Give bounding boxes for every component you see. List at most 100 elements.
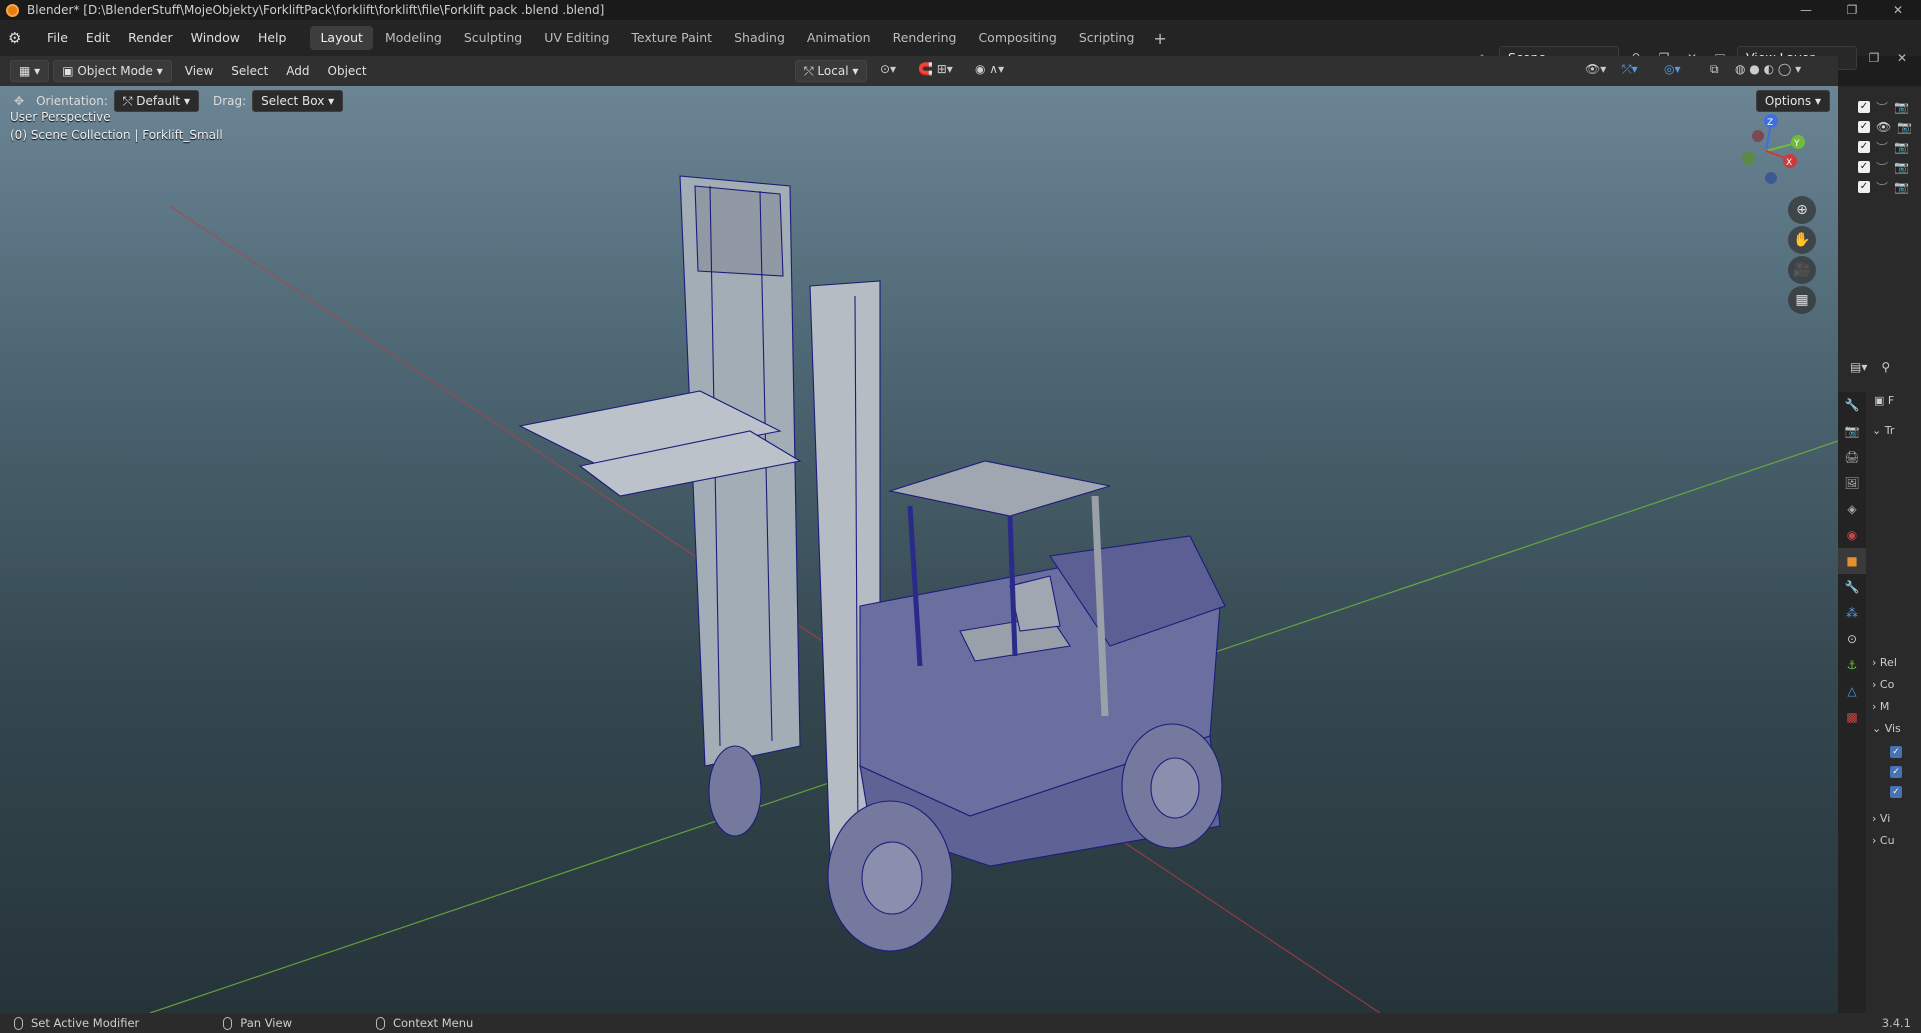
checkbox-icon[interactable]: ✓ xyxy=(1858,161,1870,173)
zoom-icon[interactable]: ⊕ xyxy=(1788,196,1816,224)
panel-transform[interactable]: ⌄ Tr xyxy=(1872,424,1894,437)
axis-gizmo[interactable]: Z Y X xyxy=(1716,106,1826,186)
tab-modeling[interactable]: Modeling xyxy=(375,26,452,50)
tab-compositing[interactable]: Compositing xyxy=(968,26,1066,50)
editor-type-icon[interactable]: ▤▾ xyxy=(1850,360,1867,386)
navigation-gizmo[interactable]: Z Y X ⊕ ✋ 🎥 ▦ xyxy=(1716,106,1826,316)
visibility-icon[interactable]: 👁▾ xyxy=(1585,62,1606,76)
checkbox-icon[interactable]: ✓ xyxy=(1858,141,1870,153)
menu-file[interactable]: File xyxy=(38,20,77,56)
menu-render[interactable]: Render xyxy=(119,20,182,56)
xray-icon[interactable]: ⧉ xyxy=(1710,62,1719,77)
options-dropdown[interactable]: Options ▾ xyxy=(1755,90,1830,112)
camera-render-icon[interactable]: 📷 xyxy=(1894,100,1909,114)
hand-pan-icon[interactable]: ✋ xyxy=(1788,226,1816,254)
tool-tab-icon[interactable]: 🔧 xyxy=(1838,392,1866,418)
material-tab-icon[interactable]: ▩ xyxy=(1838,704,1866,730)
delete-view-layer-icon[interactable]: ✕ xyxy=(1891,47,1913,69)
menu-view[interactable]: View xyxy=(176,56,222,86)
options-label: Options xyxy=(1764,94,1812,108)
scene-tab-icon[interactable]: ◈ xyxy=(1838,496,1866,522)
visibility-checkbox[interactable]: ✓ xyxy=(1890,766,1902,778)
overlay-toggle-icon[interactable]: ◎▾ xyxy=(1664,62,1681,76)
properties-panel[interactable]: ▤▾ ⚲ 🔧 📷 🖨 🖼 ◈ ◉ ■ 🔧 ⁂ ⊙ ⚓ △ ▩ ▣ F ⌄ Tr ›… xyxy=(1838,356,1921,1013)
tab-rendering[interactable]: Rendering xyxy=(883,26,967,50)
tab-texture-paint[interactable]: Texture Paint xyxy=(621,26,722,50)
camera-icon[interactable]: 🎥 xyxy=(1788,256,1816,284)
menu-window[interactable]: Window xyxy=(182,20,249,56)
mouse-middle-icon xyxy=(223,1016,233,1030)
mouse-left-icon xyxy=(14,1016,23,1030)
outliner-row[interactable]: ✓ ︶ 📷 xyxy=(1858,98,1909,116)
eye-closed-icon[interactable]: ︶ xyxy=(1876,99,1888,116)
menu-add[interactable]: Add xyxy=(277,56,318,86)
pivot-icon[interactable]: ⊙▾ xyxy=(880,62,896,76)
menu-help[interactable]: Help xyxy=(249,20,296,56)
particles-tab-icon[interactable]: ⁂ xyxy=(1838,600,1866,626)
tab-sculpting[interactable]: Sculpting xyxy=(454,26,532,50)
outliner-row[interactable]: ✓ 👁 📷 xyxy=(1858,118,1912,136)
output-tab-icon[interactable]: 🖨 xyxy=(1838,444,1866,470)
menu-edit[interactable]: Edit xyxy=(77,20,119,56)
checkbox-icon[interactable]: ✓ xyxy=(1858,181,1870,193)
eye-closed-icon[interactable]: ︶ xyxy=(1876,139,1888,156)
panel-viewport-display[interactable]: › Vi xyxy=(1872,812,1890,825)
transform-tool-icon[interactable]: ✥ xyxy=(14,94,24,108)
outliner-row[interactable]: ✓ ︶ 📷 xyxy=(1858,178,1909,196)
status-left-label: Set Active Modifier xyxy=(31,1016,140,1030)
data-tab-icon[interactable]: △ xyxy=(1838,678,1866,704)
tab-layout[interactable]: Layout xyxy=(310,26,373,50)
eye-closed-icon[interactable]: ︶ xyxy=(1876,159,1888,176)
camera-render-icon[interactable]: 📷 xyxy=(1894,140,1909,154)
view-layer-tab-icon[interactable]: 🖼 xyxy=(1838,470,1866,496)
panel-collections[interactable]: › Co xyxy=(1872,678,1894,691)
menu-select[interactable]: Select xyxy=(222,56,277,86)
eye-closed-icon[interactable]: ︶ xyxy=(1876,179,1888,196)
transform-orientation-dropdown[interactable]: ⤲ Local ▾ xyxy=(795,60,868,82)
orientation-dropdown[interactable]: ⤲ Default ▾ xyxy=(113,90,199,112)
menu-object[interactable]: Object xyxy=(319,56,376,86)
blender-menu-icon[interactable]: ⚙ xyxy=(8,29,26,47)
object-tab-icon[interactable]: ■ xyxy=(1838,548,1866,574)
mode-dropdown[interactable]: ▣ Object Mode ▾ xyxy=(53,60,172,82)
constraints-tab-icon[interactable]: ⚓ xyxy=(1838,652,1866,678)
close-button[interactable]: ✕ xyxy=(1875,0,1921,20)
render-tab-icon[interactable]: 📷 xyxy=(1838,418,1866,444)
editor-type-button[interactable]: ▦ ▾ xyxy=(10,60,50,82)
mode-label: Object Mode xyxy=(77,64,153,78)
minimize-button[interactable]: — xyxy=(1783,0,1829,20)
eye-icon[interactable]: 👁 xyxy=(1876,120,1891,134)
outliner-row[interactable]: ✓ ︶ 📷 xyxy=(1858,138,1909,156)
world-tab-icon[interactable]: ◉ xyxy=(1838,522,1866,548)
panel-motion[interactable]: › M xyxy=(1872,700,1889,713)
object-name-field[interactable]: ▣ F xyxy=(1874,394,1894,407)
tab-scripting[interactable]: Scripting xyxy=(1069,26,1145,50)
maximize-button[interactable]: ❐ xyxy=(1829,0,1875,20)
camera-render-icon[interactable]: 📷 xyxy=(1897,120,1912,134)
camera-render-icon[interactable]: 📷 xyxy=(1894,180,1909,194)
proportional-edit-icon[interactable]: ◉ ∧▾ xyxy=(975,62,1004,76)
panel-relations[interactable]: › Rel xyxy=(1872,656,1897,669)
outliner-row[interactable]: ✓ ︶ 📷 xyxy=(1858,158,1909,176)
checkbox-icon[interactable]: ✓ xyxy=(1858,121,1870,133)
3d-viewport[interactable]: User Perspective (0) Scene Collection | … xyxy=(0,86,1838,1013)
drag-dropdown[interactable]: Select Box ▾ xyxy=(252,90,344,112)
visibility-checkbox[interactable]: ✓ xyxy=(1890,746,1902,758)
add-workspace-button[interactable]: + xyxy=(1145,29,1174,48)
outliner-panel[interactable]: ✓ ︶ 📷 ✓ 👁 📷 ✓ ︶ 📷 ✓ ︶ 📷 ✓ ︶ 📷 xyxy=(1838,86,1921,356)
modifier-tab-icon[interactable]: 🔧 xyxy=(1838,574,1866,600)
panel-visibility[interactable]: ⌄ Vis xyxy=(1872,722,1901,735)
tab-uv-editing[interactable]: UV Editing xyxy=(534,26,619,50)
gizmo-toggle-icon[interactable]: ⤱▾ xyxy=(1622,62,1638,77)
camera-render-icon[interactable]: 📷 xyxy=(1894,160,1909,174)
checkbox-icon[interactable]: ✓ xyxy=(1858,101,1870,113)
panel-custom-properties[interactable]: › Cu xyxy=(1872,834,1895,847)
visibility-checkbox[interactable]: ✓ xyxy=(1890,786,1902,798)
tab-animation[interactable]: Animation xyxy=(797,26,881,50)
grid-icon[interactable]: ▦ xyxy=(1788,286,1816,314)
snap-icon[interactable]: 🧲 ⊞▾ xyxy=(918,62,953,76)
shading-modes-icon[interactable]: ◍ ● ◐ ◯ ▾ xyxy=(1735,62,1801,76)
physics-tab-icon[interactable]: ⊙ xyxy=(1838,626,1866,652)
tab-shading[interactable]: Shading xyxy=(724,26,795,50)
new-view-layer-icon[interactable]: ❐ xyxy=(1863,47,1885,69)
